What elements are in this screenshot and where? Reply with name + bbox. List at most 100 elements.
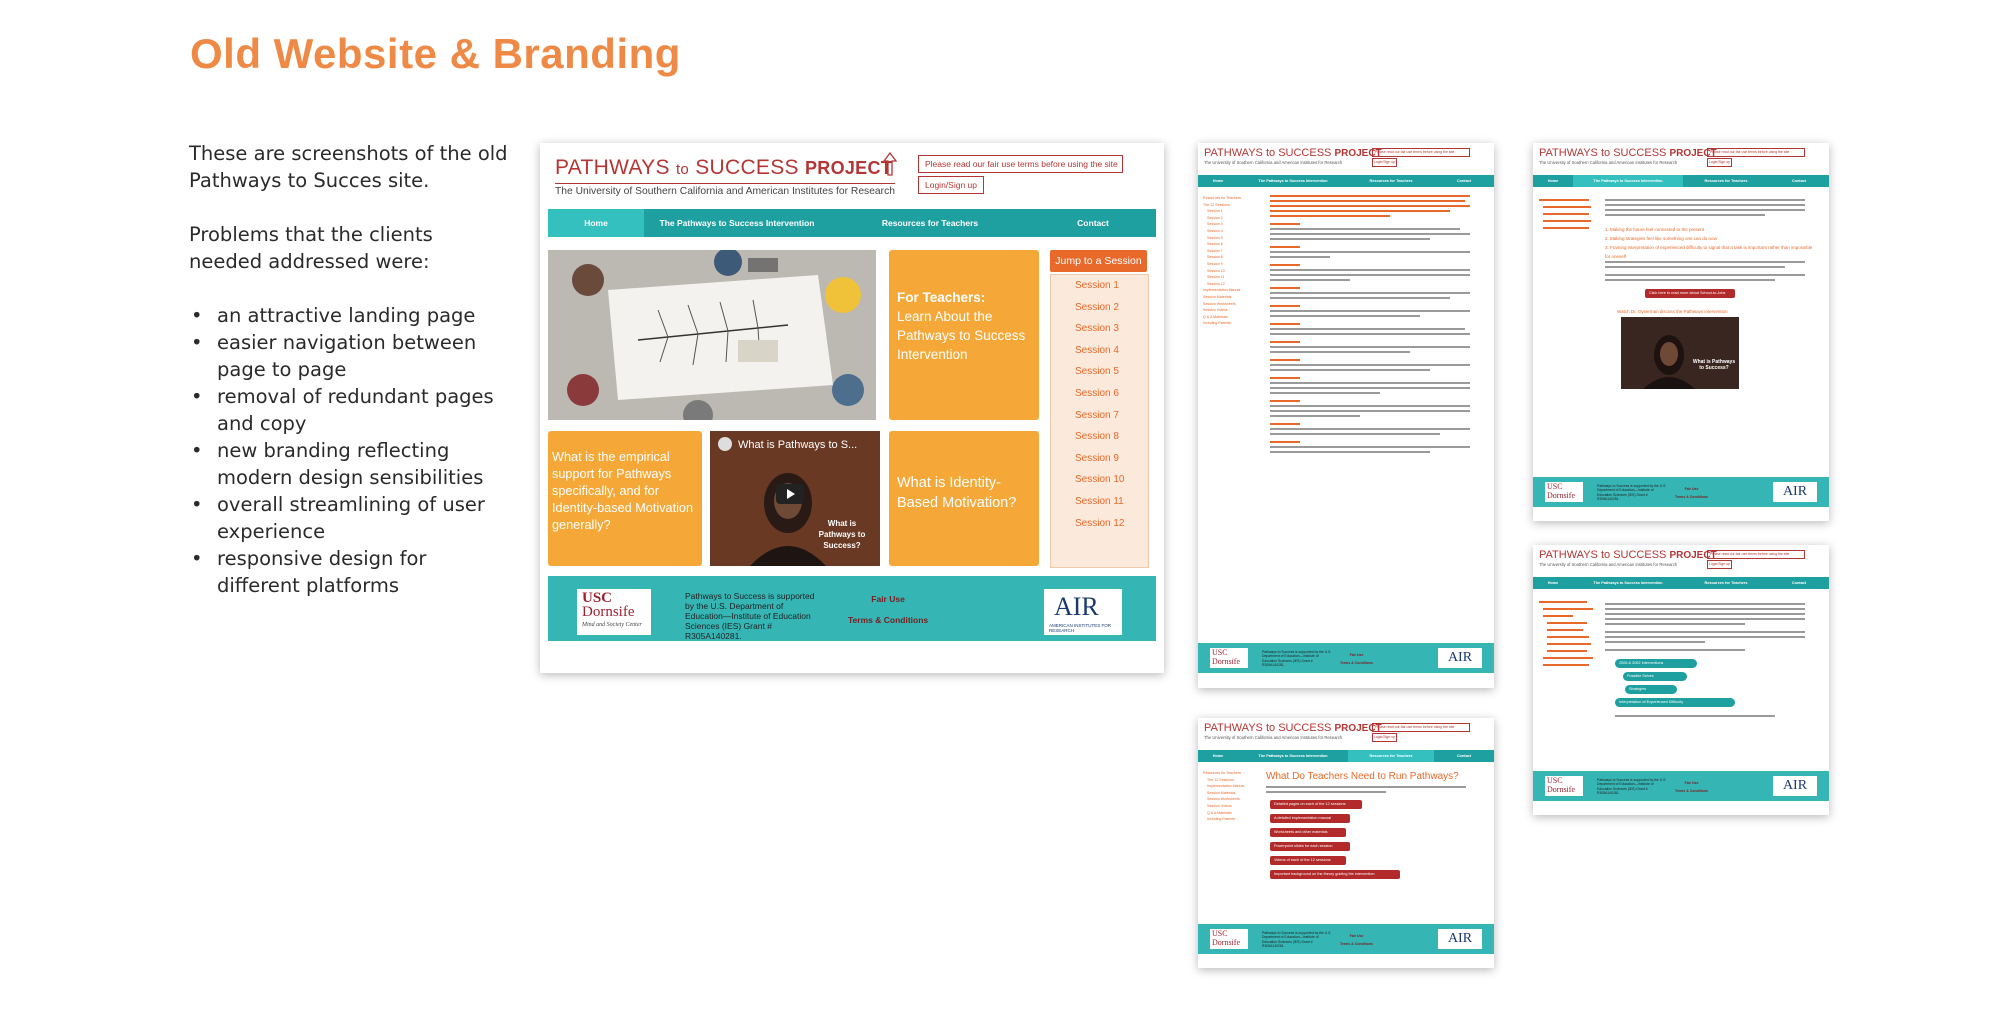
mini-nav-home[interactable]: Home: [1198, 750, 1238, 762]
video-link[interactable]: Watch Dr. Oyserman discuss the Pathways …: [1617, 309, 1728, 314]
sidebar-item[interactable]: Session Worksheets: [1203, 301, 1258, 308]
mini-nav-contact[interactable]: Contact: [1769, 577, 1829, 589]
nav-contact[interactable]: Contact: [1030, 209, 1156, 237]
mini-terms-link[interactable]: Please read our fair use terms before us…: [1707, 148, 1805, 157]
empirical-support-tile[interactable]: What is the empirical support for Pathwa…: [548, 431, 702, 566]
teachers-item-button[interactable]: Powerpoint slides for each session: [1270, 842, 1350, 851]
mini-nav-contact[interactable]: Contact: [1434, 175, 1494, 187]
mini-nav-intervention[interactable]: The Pathways to Success Intervention: [1573, 175, 1683, 187]
sidebar-item[interactable]: The 12 Sessions: [1203, 202, 1258, 209]
sidebar-item[interactable]: Implementation Manual: [1203, 783, 1258, 790]
sidebar-item[interactable]: Session 3: [1203, 221, 1258, 228]
sidebar-item[interactable]: Session 1: [1203, 208, 1258, 215]
sidebar-item[interactable]: Session Materials: [1203, 790, 1258, 797]
mini-usc-logo[interactable]: USC Dornsife: [1210, 929, 1248, 949]
play-icon[interactable]: [776, 484, 804, 504]
mini-air-logo[interactable]: AIR: [1773, 776, 1817, 796]
session-link[interactable]: Session 3: [1051, 318, 1148, 340]
mini-usc-logo[interactable]: USC Dornsife: [1210, 648, 1248, 668]
sidebar-item[interactable]: Session 2: [1203, 215, 1258, 222]
jump-to-session-button[interactable]: Jump to a Session: [1050, 250, 1147, 272]
mini-usc-logo[interactable]: USC Dornsife: [1545, 482, 1583, 502]
teachers-item-button[interactable]: Videos of each of the 12 sessions: [1270, 856, 1346, 865]
session-link[interactable]: Session 2: [1051, 297, 1148, 319]
session-link[interactable]: Session 8: [1051, 426, 1148, 448]
mini-nav-resources[interactable]: Resources for Teachers: [1683, 577, 1769, 589]
sidebar-item[interactable]: Q & A Materials: [1203, 314, 1258, 321]
mini-nav-home[interactable]: Home: [1533, 577, 1573, 589]
mini-nav-intervention[interactable]: The Pathways to Success Intervention: [1238, 175, 1348, 187]
intro-video[interactable]: What is Pathways to S... What is Pathway…: [710, 431, 880, 566]
mini-air-logo[interactable]: AIR: [1438, 648, 1482, 668]
teachers-item-button[interactable]: A detailed implementation manual: [1270, 814, 1350, 823]
sidebar-item[interactable]: Session 12: [1203, 281, 1258, 288]
mini-terms-link[interactable]: Please read our fair use terms before us…: [1707, 550, 1805, 559]
fair-use-link[interactable]: Fair Use: [848, 594, 928, 604]
mini-nav-intervention[interactable]: The Pathways to Success Intervention: [1573, 577, 1683, 589]
research-button[interactable]: Possible Selves: [1623, 672, 1687, 681]
sidebar-item[interactable]: Session Videos: [1203, 307, 1258, 314]
air-logo[interactable]: AIR AMERICAN INSTITUTES FOR RESEARCH: [1044, 589, 1122, 635]
sidebar-item[interactable]: Implementation Manual: [1203, 287, 1258, 294]
sidebar-item[interactable]: Session 10: [1203, 268, 1258, 275]
sidebar-item[interactable]: Session Videos: [1203, 803, 1258, 810]
mini-login-button[interactable]: Login/Sign up: [1707, 560, 1732, 569]
mini-login-button[interactable]: Login/Sign up: [1372, 733, 1397, 742]
sidebar-item[interactable]: Session 4: [1203, 228, 1258, 235]
sidebar-item[interactable]: Session 9: [1203, 261, 1258, 268]
research-button[interactable]: 2006 & 2002 Interventions: [1615, 659, 1697, 668]
sidebar-item[interactable]: Including Parents: [1203, 320, 1258, 327]
sidebar-item[interactable]: Session 8: [1203, 254, 1258, 261]
mini-terms-link[interactable]: Please read our fair use terms before us…: [1372, 723, 1470, 732]
mini-usc-logo[interactable]: USC Dornsife: [1545, 776, 1583, 796]
mini-nav-contact[interactable]: Contact: [1769, 175, 1829, 187]
session-link[interactable]: Session 9: [1051, 448, 1148, 470]
mini-nav-resources[interactable]: Resources for Teachers: [1683, 175, 1769, 187]
mini-nav-resources[interactable]: Resources for Teachers: [1348, 175, 1434, 187]
sidebar-item[interactable]: Q & A Materials: [1203, 810, 1258, 817]
session-link[interactable]: Session 7: [1051, 405, 1148, 427]
identity-motivation-tile[interactable]: What is Identity-Based Motivation?: [889, 431, 1039, 566]
read-more-button[interactable]: Click here to read more about School-to-…: [1645, 289, 1735, 298]
teachers-item-button[interactable]: Important background on the theory guidi…: [1270, 870, 1400, 879]
mini-video[interactable]: What is Pathways to Success?: [1621, 317, 1739, 389]
session-link[interactable]: Session 1: [1051, 275, 1148, 297]
usc-dornsife-logo[interactable]: USC Dornsife Mind and Society Center: [577, 589, 651, 635]
session-link[interactable]: Session 4: [1051, 340, 1148, 362]
mini-nav-intervention[interactable]: The Pathways to Success Intervention: [1238, 750, 1348, 762]
sidebar-item[interactable]: Session 5: [1203, 235, 1258, 242]
sidebar-item[interactable]: Including Parents: [1203, 816, 1258, 823]
teachers-item-button[interactable]: Detailed pages on each of the 12 session…: [1270, 800, 1362, 809]
mini-air-logo[interactable]: AIR: [1773, 482, 1817, 502]
session-link[interactable]: Session 10: [1051, 469, 1148, 491]
mini-air-logo[interactable]: AIR: [1438, 929, 1482, 949]
mini-nav-home[interactable]: Home: [1198, 175, 1238, 187]
nav-intervention[interactable]: The Pathways to Success Intervention: [644, 209, 830, 237]
sidebar-item[interactable]: Session Materials: [1203, 294, 1258, 301]
session-link[interactable]: Session 11: [1051, 491, 1148, 513]
sidebar-item[interactable]: Resources for Teachers: [1203, 770, 1258, 777]
teachers-item-button[interactable]: Worksheets and other materials: [1270, 828, 1346, 837]
site-logo[interactable]: PATHWAYS to SUCCESS PROJECT: [555, 156, 892, 180]
mini-login-button[interactable]: Login/Sign up: [1707, 158, 1732, 167]
login-button[interactable]: Login/Sign up: [918, 176, 984, 194]
sidebar-item[interactable]: Resources for Teachers: [1203, 195, 1258, 202]
sidebar-item[interactable]: Session 11: [1203, 274, 1258, 281]
mini-nav-resources[interactable]: Resources for Teachers: [1348, 750, 1434, 762]
sidebar-item[interactable]: Session 6: [1203, 241, 1258, 248]
session-link[interactable]: Session 12: [1051, 513, 1148, 535]
session-link[interactable]: Session 5: [1051, 361, 1148, 383]
fair-use-notice-link[interactable]: Please read our fair use terms before us…: [918, 155, 1123, 173]
session-link[interactable]: Session 6: [1051, 383, 1148, 405]
sidebar-item[interactable]: Session 7: [1203, 248, 1258, 255]
mini-nav-home[interactable]: Home: [1533, 175, 1573, 187]
sidebar-item[interactable]: Session Worksheets: [1203, 796, 1258, 803]
teachers-tile[interactable]: For Teachers: Learn About the Pathways t…: [889, 250, 1039, 420]
terms-link[interactable]: Terms & Conditions: [848, 615, 928, 625]
mini-terms-link[interactable]: Please read our fair use terms before us…: [1372, 148, 1470, 157]
mini-nav-contact[interactable]: Contact: [1434, 750, 1494, 762]
research-button[interactable]: Interpretation of Experienced Difficulty: [1615, 698, 1735, 707]
sidebar-item[interactable]: The 12 Sessions: [1203, 777, 1258, 784]
research-button[interactable]: Strategies: [1625, 685, 1677, 694]
mini-login-button[interactable]: Login/Sign up: [1372, 158, 1397, 167]
